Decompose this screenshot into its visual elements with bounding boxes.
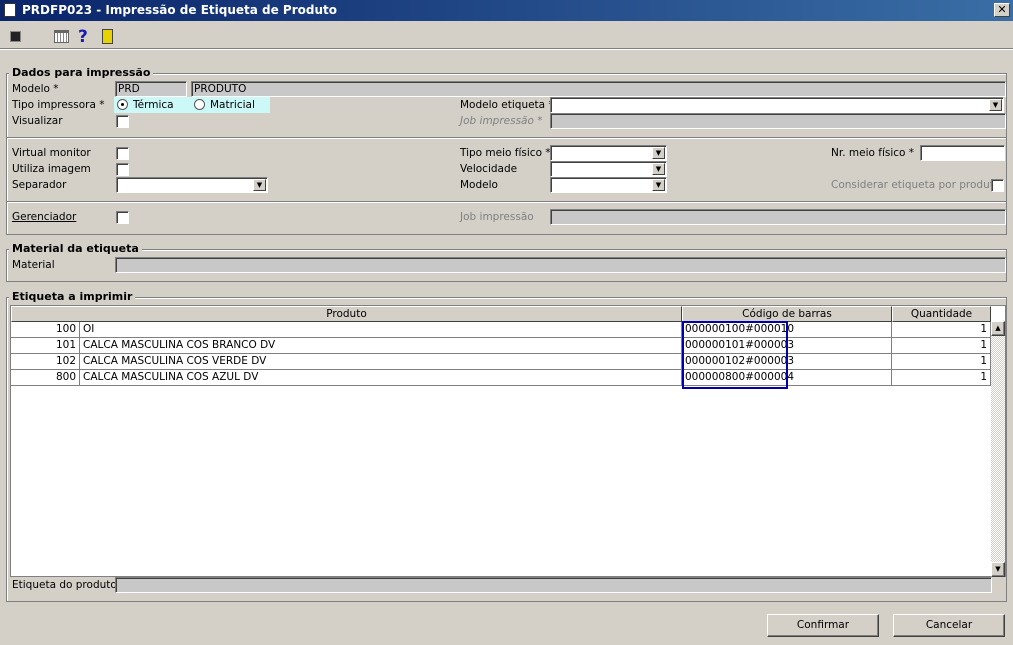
column-header-produto[interactable]: Produto — [11, 306, 682, 322]
separador-label: Separador — [12, 179, 67, 191]
row-name[interactable]: CALCA MASCULINA COS VERDE DV — [80, 354, 682, 370]
gerenciador-label: Gerenciador — [12, 211, 77, 223]
barcode-highlight — [682, 321, 788, 389]
gerenciador-checkbox[interactable] — [116, 211, 129, 224]
radio-matricial[interactable] — [194, 99, 205, 110]
tipo-impressora-label: Tipo impressora * — [12, 99, 105, 111]
modelo-etiqueta-label: Modelo etiqueta * — [460, 99, 554, 111]
row-name[interactable]: CALCA MASCULINA COS BRANCO DV — [80, 338, 682, 354]
modelo-desc-field[interactable]: PRODUTO — [191, 81, 1006, 97]
chevron-down-icon[interactable]: ▼ — [652, 163, 665, 175]
chevron-down-icon[interactable]: ▼ — [652, 147, 665, 159]
tipo-meio-select[interactable]: ▼ — [550, 145, 667, 161]
row-qty[interactable]: 1 — [892, 370, 991, 386]
chevron-down-icon[interactable]: ▼ — [652, 179, 665, 191]
row-name[interactable]: OI — [80, 322, 682, 338]
divider — [7, 137, 1006, 139]
confirm-button[interactable]: Confirmar — [767, 614, 879, 637]
considerar-label: Considerar etiqueta por produto — [831, 179, 1001, 191]
visualizar-label: Visualizar — [12, 115, 63, 127]
modelo2-label: Modelo — [460, 179, 498, 191]
job-impressao-field[interactable] — [550, 113, 1006, 129]
considerar-checkbox[interactable] — [991, 179, 1004, 192]
exit-icon[interactable] — [102, 29, 113, 44]
visualizar-checkbox[interactable] — [116, 115, 129, 128]
utiliza-imagem-label: Utiliza imagem — [12, 163, 91, 175]
window-title: PRDFP023 - Impressão de Etiqueta de Prod… — [22, 3, 338, 17]
modelo-code-field[interactable]: PRD — [115, 81, 187, 97]
separador-select[interactable]: ▼ — [116, 177, 268, 193]
virtual-monitor-checkbox[interactable] — [116, 147, 129, 160]
velocidade-label: Velocidade — [460, 163, 518, 175]
row-qty[interactable]: 1 — [892, 338, 991, 354]
cancel-button[interactable]: Cancelar — [893, 614, 1005, 637]
etiqueta-title: Etiqueta a imprimir — [9, 290, 136, 303]
row-name[interactable]: CALCA MASCULINA COS AZUL DV — [80, 370, 682, 386]
export-icon[interactable] — [10, 31, 21, 42]
modelo-label: Modelo * — [12, 83, 59, 95]
velocidade-select[interactable]: ▼ — [550, 161, 667, 177]
row-code[interactable]: 800 — [11, 370, 80, 386]
nr-meio-label: Nr. meio físico * — [831, 147, 915, 159]
chevron-down-icon[interactable]: ▼ — [989, 99, 1002, 111]
calendar-icon[interactable] — [54, 30, 69, 43]
material-title: Material da etiqueta — [9, 242, 142, 255]
scroll-up-button[interactable]: ▲ — [991, 321, 1005, 336]
utiliza-imagem-checkbox[interactable] — [116, 163, 129, 176]
row-qty[interactable]: 1 — [892, 322, 991, 338]
dados-title: Dados para impressão — [9, 66, 154, 79]
radio-termica[interactable] — [117, 99, 128, 110]
nr-meio-field[interactable] — [920, 145, 1005, 161]
toolbar-divider — [0, 48, 1013, 50]
radio-matricial-label: Matricial — [210, 99, 255, 111]
modelo2-select[interactable]: ▼ — [550, 177, 667, 193]
radio-termica-label: Térmica — [133, 99, 174, 111]
help-icon[interactable]: ? — [78, 27, 88, 47]
virtual-monitor-label: Virtual monitor — [12, 147, 91, 159]
etiqueta-produto-field[interactable] — [115, 577, 992, 593]
tipo-meio-label: Tipo meio físico * — [460, 147, 551, 159]
row-qty[interactable]: 1 — [892, 354, 991, 370]
table-scrollbar[interactable]: ▲ ▼ — [991, 321, 1005, 577]
job-impressao-label: Job impressão * — [460, 115, 543, 127]
close-button[interactable]: ✕ — [994, 3, 1010, 17]
chevron-down-icon[interactable]: ▼ — [253, 179, 266, 191]
row-code[interactable]: 102 — [11, 354, 80, 370]
divider — [7, 201, 1006, 203]
row-code[interactable]: 101 — [11, 338, 80, 354]
column-header-quantidade[interactable]: Quantidade — [892, 306, 991, 322]
job2-field[interactable] — [550, 209, 1006, 225]
column-header-codigo[interactable]: Código de barras — [682, 306, 892, 322]
scroll-down-button[interactable]: ▼ — [991, 562, 1005, 577]
material-field[interactable] — [115, 257, 1006, 273]
job2-label: Job impressão — [460, 211, 534, 223]
title-bar: PRDFP023 - Impressão de Etiqueta de Prod… — [0, 0, 1013, 21]
modelo-etiqueta-select[interactable]: ▼ — [550, 97, 1004, 113]
window-icon — [4, 3, 16, 17]
row-code[interactable]: 100 — [11, 322, 80, 338]
etiqueta-produto-label: Etiqueta do produto — [12, 579, 117, 591]
material-label: Material — [12, 259, 55, 271]
